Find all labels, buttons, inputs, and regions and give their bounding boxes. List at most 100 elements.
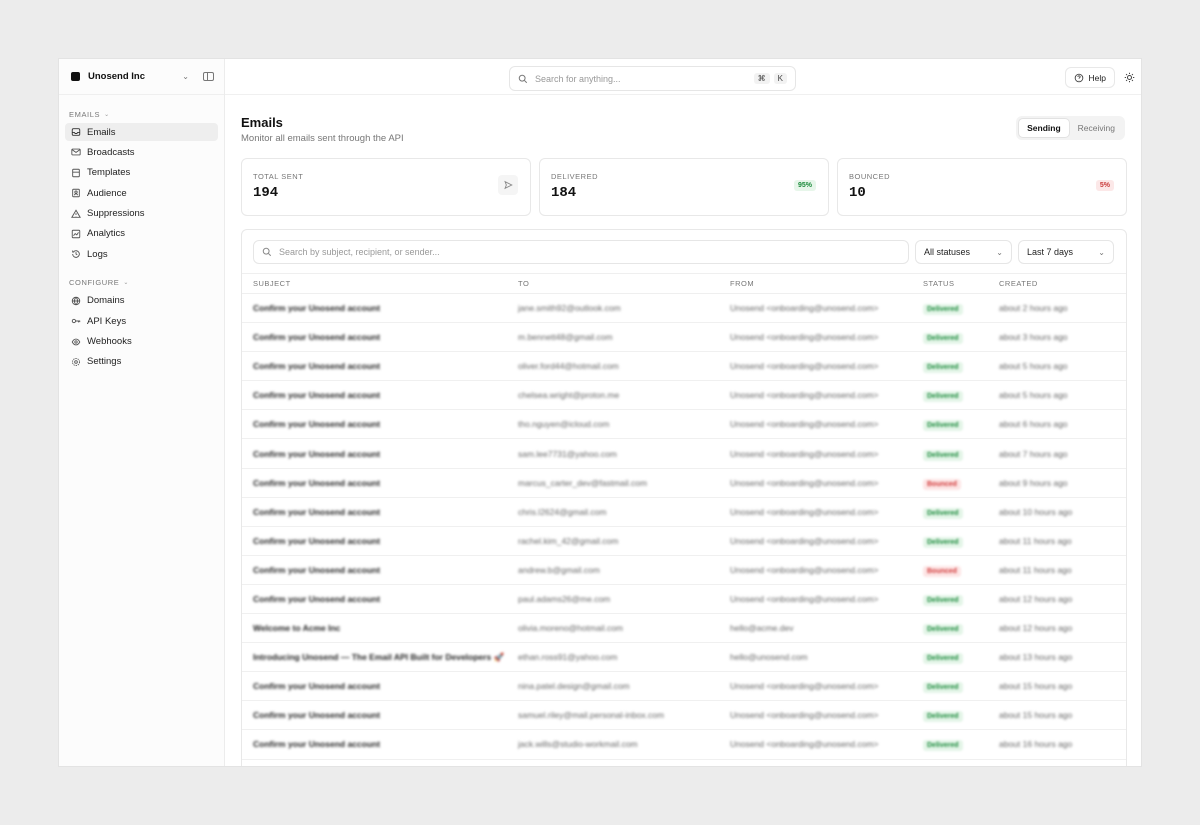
key-icon	[71, 316, 81, 326]
sun-icon[interactable]	[1124, 72, 1135, 83]
table-row[interactable]: Confirm your Unosend account m.bennett48@…	[242, 323, 1126, 353]
delivered-rate-badge: 95%	[793, 180, 816, 191]
page-title: Emails	[241, 115, 283, 130]
global-search-input[interactable]: Search for anything... ⌘ K	[509, 66, 796, 91]
column-header-to[interactable]: TO	[518, 279, 730, 288]
email-recipient: samuel.riley@mail.personal-inbox.com	[518, 710, 665, 721]
email-recipient: nina.patel.design@gmail.com	[518, 681, 630, 692]
table-row[interactable]: Confirm your Unosend account marcus_carte…	[242, 469, 1126, 498]
email-recipient: olivia.moreno@hotmail.com	[518, 623, 624, 634]
email-search-input[interactable]: Search by subject, recipient, or sender.…	[253, 240, 909, 264]
table-row[interactable]: Confirm your Unosend account tho.nguyen@i…	[242, 410, 1126, 440]
sidebar-item-settings[interactable]: Settings	[65, 353, 218, 371]
email-created: about 10 hours ago	[999, 506, 1073, 517]
stat-label: DELIVERED	[551, 172, 599, 181]
email-sender: Unosend <onboarding@unosend.com>	[730, 361, 879, 372]
sidebar-item-logs[interactable]: Logs	[65, 245, 218, 263]
contacts-icon	[71, 188, 81, 198]
org-logo	[71, 72, 80, 81]
sidebar-item-emails[interactable]: Emails	[65, 123, 218, 141]
email-subject: Confirm your Unosend account	[253, 739, 381, 750]
bounced-rate-badge: 5%	[1095, 180, 1114, 191]
table-row[interactable]: Confirm your Unosend account andrew.b@gma…	[242, 556, 1126, 585]
column-header-from[interactable]: FROM	[730, 279, 923, 288]
chart-icon	[71, 229, 81, 239]
email-recipient: jane.smith92@outlook.com	[518, 303, 621, 314]
stat-value: 184	[551, 185, 577, 201]
table-row[interactable]: Confirm your Unosend account nina.patel.d…	[242, 672, 1126, 702]
status-badge: Delivered	[923, 333, 963, 345]
sidebar-item-webhooks[interactable]: Webhooks	[65, 333, 218, 351]
sidebar-item-label: Broadcasts	[87, 146, 135, 158]
status-badge: Delivered	[923, 391, 963, 403]
status-badge: Delivered	[923, 507, 963, 519]
direction-toggle: Sending Receiving	[1016, 116, 1125, 140]
email-subject: Confirm your Unosend account	[253, 535, 381, 546]
table-row[interactable]: Introducing Unosend — The Email API Buil…	[242, 643, 1126, 673]
email-created: about 7 hours ago	[999, 448, 1068, 459]
sidebar-item-label: Logs	[87, 248, 108, 260]
mail-icon	[71, 147, 81, 157]
table-row[interactable]: Confirm your Unosend account sam.lee7731@…	[242, 439, 1126, 469]
sidebar-item-templates[interactable]: Templates	[65, 164, 218, 182]
email-created: about 9 hours ago	[999, 477, 1068, 488]
table-row[interactable]: Confirm your Unosend account jane.smith92…	[242, 294, 1126, 324]
email-sender: Unosend <onboarding@unosend.com>	[730, 564, 879, 575]
sidebar-item-analytics[interactable]: Analytics	[65, 225, 218, 243]
sidebar-item-suppressions[interactable]: Suppressions	[65, 205, 218, 223]
table-row[interactable]: Confirm your Unosend account rachel.kim_4…	[242, 527, 1126, 556]
email-recipient: sam.lee7731@yahoo.com	[518, 448, 617, 459]
email-subject: Confirm your Unosend account	[253, 303, 381, 314]
table-row[interactable]: Confirm your Unosend account samuel.riley…	[242, 701, 1126, 731]
email-recipient: jack.wills@studio-workmail.com	[518, 739, 638, 750]
stats-row: TOTAL SENT 194 DELIVERED 184 95% BOUNCED…	[241, 158, 1127, 216]
status-filter-dropdown[interactable]: All statuses ⌄	[915, 240, 1012, 264]
tab-receiving[interactable]: Receiving	[1070, 118, 1123, 138]
date-filter-value: Last 7 days	[1027, 247, 1074, 257]
sidebar-item-label: Suppressions	[87, 208, 145, 220]
sidebar-item-audience[interactable]: Audience	[65, 184, 218, 202]
column-header-status[interactable]: STATUS	[923, 279, 999, 288]
email-subject: Introducing Unosend — The Email API Buil…	[253, 651, 505, 662]
tab-sending[interactable]: Sending	[1018, 118, 1070, 138]
status-badge: Bounced	[923, 478, 961, 490]
chevron-down-icon: ⌄	[104, 111, 110, 118]
table-row[interactable]: Confirm your Unosend account jack.wills@s…	[242, 730, 1126, 760]
email-sender: Unosend <onboarding@unosend.com>	[730, 593, 879, 604]
emails-table-card: Search by subject, recipient, or sender.…	[241, 229, 1127, 766]
date-filter-dropdown[interactable]: Last 7 days ⌄	[1018, 240, 1114, 264]
email-sender: Unosend <onboarding@unosend.com>	[730, 681, 879, 692]
sidebar-toggle-icon[interactable]	[203, 72, 214, 81]
table-row[interactable]: Welcome to Acme Inc olivia.moreno@hotmail…	[242, 614, 1126, 644]
email-subject: Confirm your Unosend account	[253, 593, 381, 604]
sidebar-item-label: Webhooks	[87, 336, 132, 348]
help-icon	[1074, 73, 1083, 82]
nav-emails: Emails Broadcasts Templates Audience Sup…	[59, 121, 224, 268]
email-subject: Confirm your Unosend account	[253, 681, 381, 692]
table-row[interactable]: Confirm your Unosend account chelsea.wrig…	[242, 381, 1126, 411]
inbox-icon	[71, 127, 81, 137]
email-subject: Confirm your Unosend account	[253, 390, 381, 401]
status-badge: Delivered	[923, 536, 963, 548]
column-header-subject[interactable]: SUBJECT	[242, 279, 518, 288]
sidebar-item-domains[interactable]: Domains	[65, 292, 218, 310]
email-subject: Confirm your Unosend account	[253, 477, 381, 488]
email-recipient: ethan.ross91@yahoo.com	[518, 652, 618, 663]
email-sender: Unosend <onboarding@unosend.com>	[730, 419, 879, 430]
org-switcher[interactable]: Unosend Inc ⌄	[59, 59, 224, 95]
status-badge: Delivered	[923, 449, 963, 461]
status-badge: Delivered	[923, 711, 963, 723]
sidebar-item-broadcasts[interactable]: Broadcasts	[65, 143, 218, 161]
table-header: SUBJECT TO FROM STATUS CREATED	[242, 274, 1126, 294]
email-subject: Confirm your Unosend account	[253, 361, 381, 372]
sidebar-item-api-keys[interactable]: API Keys	[65, 312, 218, 330]
table-row[interactable]: Confirm your Unosend account oliver.ford4…	[242, 352, 1126, 382]
help-button[interactable]: Help	[1064, 67, 1115, 88]
column-header-created[interactable]: CREATED	[999, 279, 1119, 288]
chevron-down-icon[interactable]: ⌄	[182, 72, 189, 81]
table-row[interactable]: Confirm your Unosend account paul.adams26…	[242, 585, 1126, 615]
status-badge: Delivered	[923, 653, 963, 665]
table-row[interactable]: Confirm your Unosend account chris.l2624@…	[242, 498, 1126, 527]
sidebar-item-label: Audience	[87, 187, 127, 199]
sidebar-item-label: Settings	[87, 356, 122, 368]
